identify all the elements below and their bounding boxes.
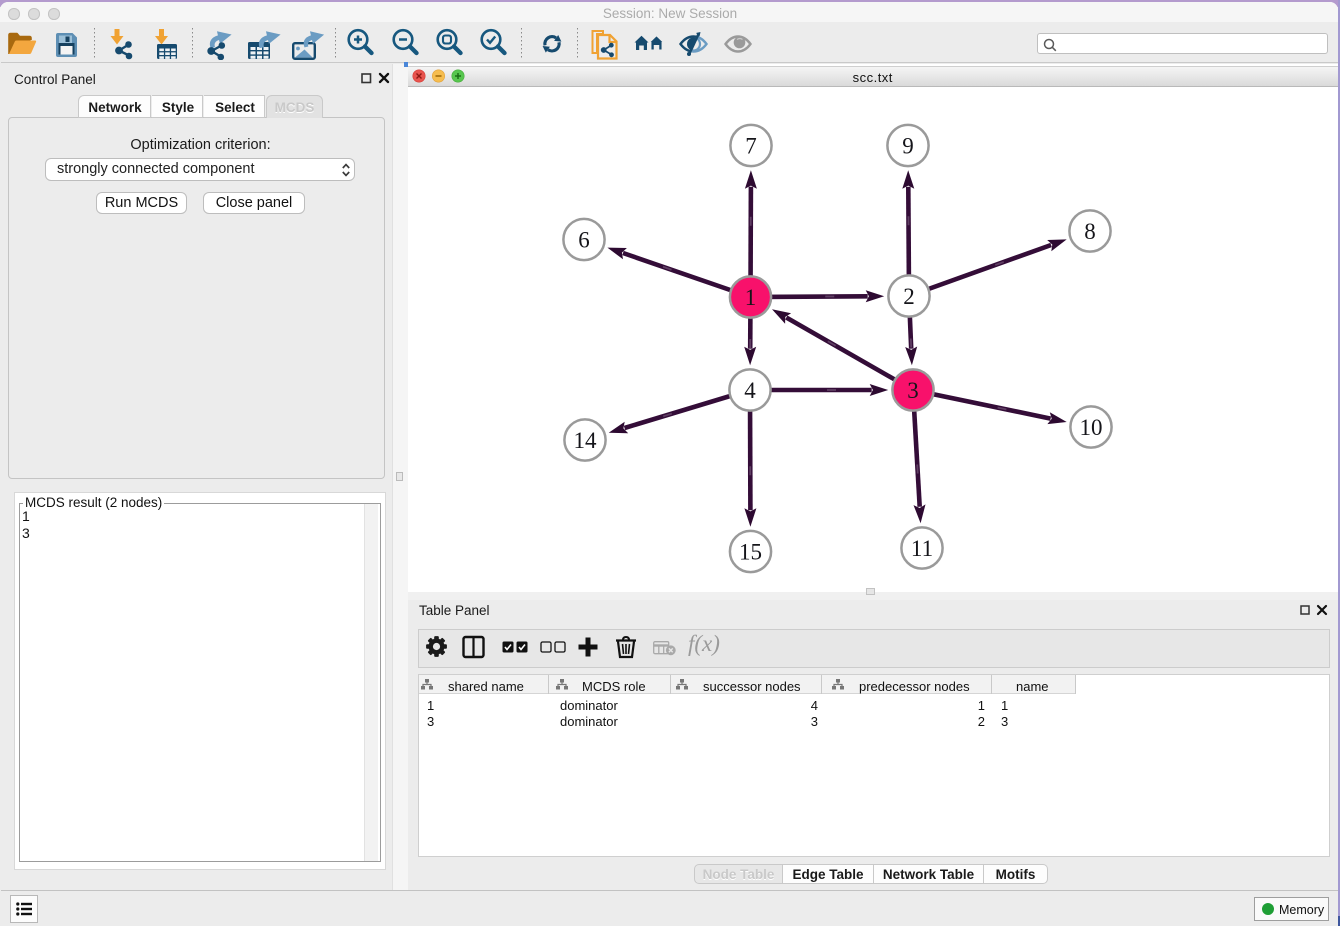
svg-text:8: 8 <box>1084 219 1096 244</box>
svg-text:7: 7 <box>745 133 757 158</box>
svg-text:4: 4 <box>744 378 756 403</box>
svg-text:10: 10 <box>1080 415 1103 440</box>
svg-text:9: 9 <box>902 133 914 158</box>
svg-text:15: 15 <box>739 539 762 564</box>
svg-text:14: 14 <box>574 428 598 453</box>
svg-text:11: 11 <box>911 536 933 561</box>
svg-text:3: 3 <box>907 378 919 403</box>
svg-text:1: 1 <box>745 285 757 310</box>
svg-text:6: 6 <box>578 227 590 252</box>
svg-text:2: 2 <box>903 284 915 309</box>
